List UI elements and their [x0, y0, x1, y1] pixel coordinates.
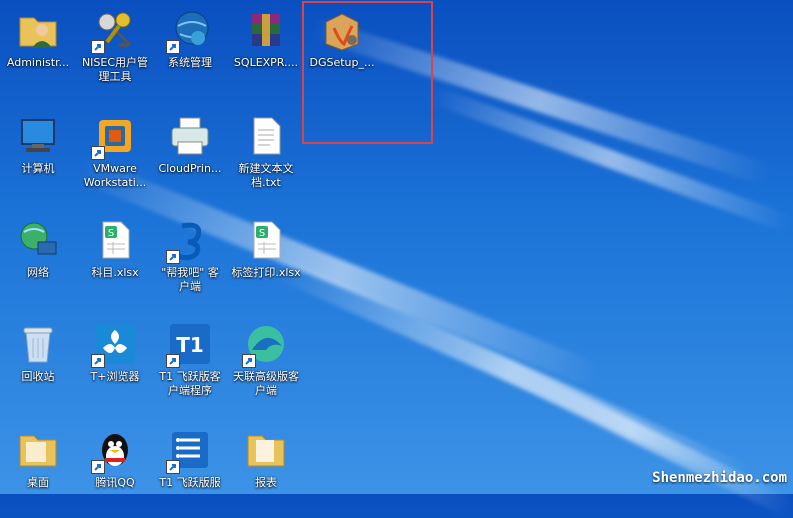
spreadsheet-file-icon: S — [93, 218, 137, 262]
desktop-icon-network[interactable]: 网络 — [0, 218, 76, 280]
printer-icon — [168, 114, 212, 158]
desktop-icon-label: VMware Workstati... — [83, 162, 147, 189]
desktop-icon-nisec[interactable]: NISEC用户管 理工具 — [77, 8, 153, 84]
wallpaper-streak — [463, 342, 793, 518]
desktop-icon-new-text[interactable]: 新建文本文 档.txt — [228, 114, 304, 190]
text-file-icon — [244, 114, 288, 158]
tplus-browser-icon — [91, 322, 137, 368]
winrar-archive-icon — [244, 8, 288, 52]
shortcut-arrow-icon — [166, 250, 180, 264]
desktop-icon-label: 桌面 — [27, 476, 49, 489]
desktop-icon-sqlexpr[interactable]: SQLEXPR.... — [228, 8, 304, 70]
desktop-icon-label: NISEC用户管 理工具 — [81, 56, 149, 83]
shortcut-arrow-icon — [166, 354, 180, 368]
desktop-icon-t1-server[interactable]: T1 飞跃版服 — [152, 428, 228, 490]
recycle-bin-icon — [16, 322, 60, 366]
desktop-icon-label: T+浏览器 — [90, 370, 140, 383]
svg-text:S: S — [259, 228, 265, 239]
desktop-icon-bangwoba[interactable]: "帮我吧" 客 户端 — [152, 218, 228, 294]
vmware-icon — [91, 114, 137, 160]
desktop-icon-label: 标签打印.xlsx — [231, 266, 301, 279]
desktop-icon-label: 回收站 — [21, 370, 55, 383]
desktop-icon-label: Administr... — [6, 56, 70, 69]
server-list-icon — [166, 428, 212, 474]
desktop-icon-label: 网络 — [27, 266, 49, 279]
shortcut-arrow-icon — [91, 40, 105, 54]
desktop-icon-label: T1 飞跃版服 — [159, 476, 221, 489]
desktop-icon-computer[interactable]: 计算机 — [0, 114, 76, 176]
desktop-icon-label: 系统管理 — [168, 56, 212, 69]
folder-icon — [16, 428, 60, 472]
desktop-icon-vmware[interactable]: VMware Workstati... — [77, 114, 153, 190]
desktop-icon-administrator[interactable]: Administr... — [0, 8, 76, 70]
desktop-icon-label-print-xlsx[interactable]: S 标签打印.xlsx — [228, 218, 304, 280]
shortcut-arrow-icon — [91, 354, 105, 368]
desktop-icon-tianlian[interactable]: 天联高级版客 户端 — [228, 322, 304, 398]
desktop-icon-label: SQLEXPR.... — [233, 56, 299, 69]
spreadsheet-file-icon: S — [244, 218, 288, 262]
qq-penguin-icon — [91, 428, 137, 474]
desktop-icon-label: 新建文本文 档.txt — [238, 162, 294, 189]
desktop-icon-kemu-xlsx[interactable]: S 科目.xlsx — [77, 218, 153, 280]
desktop-icon-label: 报表 — [255, 476, 277, 489]
shortcut-arrow-icon — [242, 354, 256, 368]
network-globe-icon — [16, 218, 60, 262]
desktop-icon-label: "帮我吧" 客 户端 — [161, 266, 219, 293]
site-watermark: Shenmezhidao.com — [652, 470, 787, 486]
desktop-icon-label: 计算机 — [21, 162, 55, 175]
desktop-icon-label: T1 飞跃版客 户端程序 — [159, 370, 221, 397]
desktop-icon-recycle-bin[interactable]: 回收站 — [0, 322, 76, 384]
keys-icon — [91, 8, 137, 54]
shortcut-arrow-icon — [166, 460, 180, 474]
desktop-icon-label: CloudPrin... — [158, 162, 222, 175]
shortcut-arrow-icon — [91, 146, 105, 160]
folder-icon — [244, 428, 288, 472]
t1-app-icon: T1 — [166, 322, 212, 368]
desktop-icon-system-manage[interactable]: 系统管理 — [152, 8, 228, 70]
shortcut-arrow-icon — [166, 40, 180, 54]
desktop-icon-tplus-browser[interactable]: T+浏览器 — [77, 322, 153, 384]
desktop-icon-label: 腾讯QQ — [95, 476, 135, 489]
desktop-icon-dgsetup[interactable]: DGSetup_... — [304, 8, 380, 70]
desktop-icon-desktop-folder[interactable]: 桌面 — [0, 428, 76, 490]
user-folder-icon — [16, 8, 60, 52]
svg-text:S: S — [108, 228, 114, 239]
bangwoba-icon — [166, 218, 212, 264]
desktop-icon-label: 科目.xlsx — [91, 266, 139, 279]
desktop-icon-qq[interactable]: 腾讯QQ — [77, 428, 153, 490]
desktop-icon-baobiao[interactable]: 报表 — [228, 428, 304, 490]
computer-icon — [16, 114, 60, 158]
setup-box-icon — [320, 8, 364, 52]
tianlian-swirl-icon — [242, 322, 288, 368]
shortcut-arrow-icon — [91, 460, 105, 474]
desktop-icon-label: 天联高级版客 户端 — [233, 370, 299, 397]
desktop-icon-cloudprint[interactable]: CloudPrin... — [152, 114, 228, 176]
globe-gear-icon — [166, 8, 212, 54]
desktop-icon-t1-client[interactable]: T1 T1 飞跃版客 户端程序 — [152, 322, 228, 398]
desktop-icon-label: DGSetup_... — [309, 56, 375, 69]
svg-text:T1: T1 — [176, 333, 204, 357]
